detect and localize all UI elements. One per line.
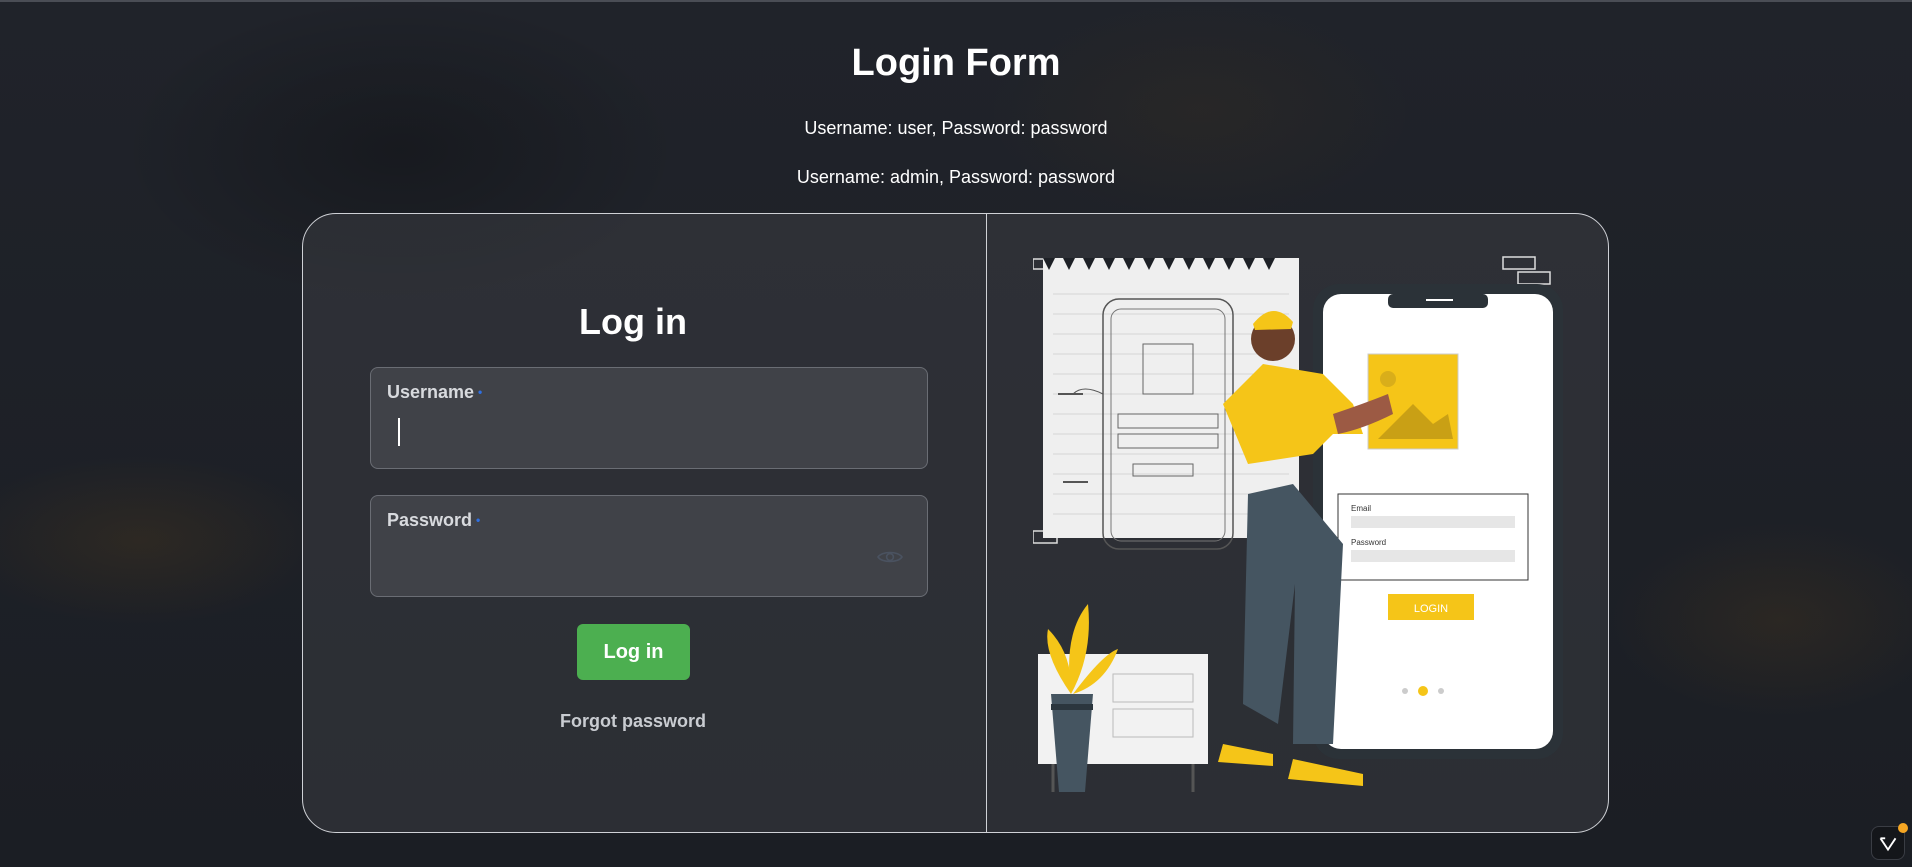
login-card: Log in Username • Password • Log in Forgot… — [302, 213, 1609, 833]
required-marker: • — [476, 513, 481, 527]
forgot-password-link[interactable]: Forgot password — [303, 711, 963, 732]
password-label: Password • — [387, 510, 481, 530]
login-illustration: Email Password LOGIN — [1033, 256, 1563, 792]
password-input[interactable] — [387, 544, 871, 580]
username-label: Username • — [387, 382, 483, 402]
notification-dot — [1898, 823, 1908, 833]
corner-app-icon[interactable] — [1871, 823, 1908, 860]
form-title: Log in — [579, 301, 687, 342]
eye-icon[interactable] — [877, 549, 903, 565]
card-divider — [986, 214, 987, 832]
top-border — [0, 0, 1912, 2]
credential-hint-admin: Username: admin, Password: password — [796, 167, 1116, 187]
required-marker: • — [478, 385, 483, 399]
page-title: Login Form — [851, 42, 1061, 84]
username-field[interactable]: Username • — [370, 367, 928, 469]
credential-hint-user: Username: user, Password: password — [804, 118, 1108, 138]
password-field[interactable]: Password • — [370, 495, 928, 597]
phone-login-button: LOGIN — [1414, 603, 1448, 615]
username-input[interactable] — [387, 416, 871, 452]
phone-password-label: Password — [1351, 538, 1386, 547]
login-button[interactable]: Log in — [577, 624, 690, 680]
phone-email-label: Email — [1351, 504, 1371, 513]
